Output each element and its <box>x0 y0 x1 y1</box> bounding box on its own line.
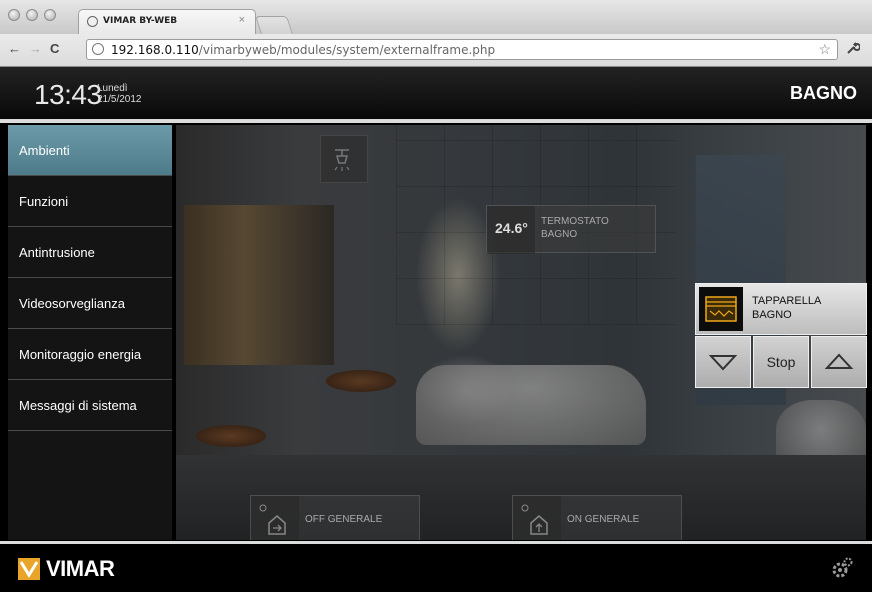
sidebar-item-messaggi-di-sistema[interactable]: Messaggi di sistema <box>8 380 172 431</box>
up-triangle-icon <box>824 353 854 369</box>
browser-toolbar: ← → C 192.168.0.110/vimarbyweb/modules/s… <box>0 34 872 67</box>
minimize-window-button[interactable] <box>26 9 38 21</box>
reload-button[interactable]: C <box>50 41 59 56</box>
on-general-widget[interactable]: ON GENERALE <box>512 495 682 540</box>
thermometer-icon: 24.6° <box>487 206 535 254</box>
house-off-icon <box>251 496 299 540</box>
url-text: 192.168.0.110/vimarbyweb/modules/system/… <box>111 43 495 57</box>
app: 13:43 Lunedì 21/5/2012 BAGNO Ambienti Fu… <box>0 67 872 592</box>
globe-icon <box>92 43 104 55</box>
maximize-window-button[interactable] <box>44 9 56 21</box>
sidebar: Ambienti Funzioni Antintrusione Videosor… <box>8 125 172 540</box>
room-title: BAGNO <box>790 83 857 103</box>
house-off-icon-svg <box>259 504 286 535</box>
new-tab-button[interactable] <box>255 16 293 34</box>
blind-widget[interactable]: TAPPARELLA BAGNO <box>695 283 867 335</box>
wrench-icon-svg <box>847 42 861 54</box>
sidebar-item-ambienti[interactable]: Ambienti <box>8 125 172 176</box>
blind-controls: Stop <box>695 336 867 388</box>
blind-label: TAPPARELLA BAGNO <box>752 294 821 322</box>
date-value: 21/5/2012 <box>97 94 142 105</box>
basin <box>326 370 396 392</box>
address-bar[interactable]: 192.168.0.110/vimarbyweb/modules/system/… <box>86 39 838 60</box>
header-divider <box>0 119 872 123</box>
globe-icon <box>87 16 98 27</box>
vimar-logo: VIMAR <box>18 556 115 582</box>
mirror-cabinet <box>184 205 334 365</box>
brand-name: VIMAR <box>46 556 115 581</box>
forward-button[interactable]: → <box>29 41 42 56</box>
blind-icon <box>699 287 743 331</box>
bookmark-star-icon[interactable]: ☆ <box>818 41 831 58</box>
blind-label-line2: BAGNO <box>752 309 792 321</box>
thermostat-label-line2: BAGNO <box>541 229 578 240</box>
blind-label-line1: TAPPARELLA <box>752 295 822 307</box>
url-host: 192.168.0.110 <box>111 43 199 57</box>
bathtub <box>416 365 646 445</box>
close-window-button[interactable] <box>8 9 20 21</box>
on-general-label: ON GENERALE <box>567 514 640 525</box>
day-name: Lunedì <box>97 83 128 94</box>
settings-gear-icon[interactable] <box>830 556 854 585</box>
tab-close-icon[interactable]: × <box>239 14 245 26</box>
sidebar-item-antintrusione[interactable]: Antintrusione <box>8 227 172 278</box>
clock-time: 13:43 <box>34 79 102 110</box>
tab-title: VIMAR BY-WEB <box>103 16 178 26</box>
light-button[interactable] <box>320 135 368 183</box>
vimar-logo-svg <box>18 558 40 580</box>
gear-icon <box>832 557 853 578</box>
thermostat-label-line1: TERMOSTATO <box>541 216 609 227</box>
blind-icon-svg <box>705 296 737 322</box>
thermostat-widget[interactable]: 24.6° TERMOSTATO BAGNO <box>486 205 656 254</box>
url-path: /vimarbyweb/modules/system/externalframe… <box>198 43 496 57</box>
thermostat-label: TERMOSTATO BAGNO <box>541 215 609 241</box>
vimar-logo-icon <box>18 558 40 580</box>
house-on-icon-svg <box>521 504 548 535</box>
temperature-value: 24.6° <box>495 220 528 236</box>
blind-stop-button[interactable]: Stop <box>753 336 809 388</box>
blind-up-button[interactable] <box>811 336 867 388</box>
basin <box>196 425 266 447</box>
house-on-icon <box>513 496 561 540</box>
down-triangle-icon <box>708 355 738 371</box>
app-header: 13:43 Lunedì 21/5/2012 BAGNO <box>0 67 872 119</box>
off-general-label: OFF GENERALE <box>305 514 383 525</box>
blind-down-button[interactable] <box>695 336 751 388</box>
browser-tab[interactable]: VIMAR BY-WEB × <box>78 9 256 34</box>
ceiling-light-icon <box>334 149 350 171</box>
off-general-widget[interactable]: OFF GENERALE <box>250 495 420 540</box>
window-controls <box>8 9 56 21</box>
sidebar-item-monitoraggio-energia[interactable]: Monitoraggio energia <box>8 329 172 380</box>
browser-titlebar: VIMAR BY-WEB × <box>0 0 872 35</box>
sidebar-item-funzioni[interactable]: Funzioni <box>8 176 172 227</box>
date-block: Lunedì 21/5/2012 <box>97 83 142 105</box>
sidebar-item-videosorveglianza[interactable]: Videosorveglianza <box>8 278 172 329</box>
wrench-icon[interactable] <box>846 41 861 58</box>
app-footer: VIMAR <box>0 544 872 592</box>
back-button[interactable]: ← <box>8 41 21 56</box>
